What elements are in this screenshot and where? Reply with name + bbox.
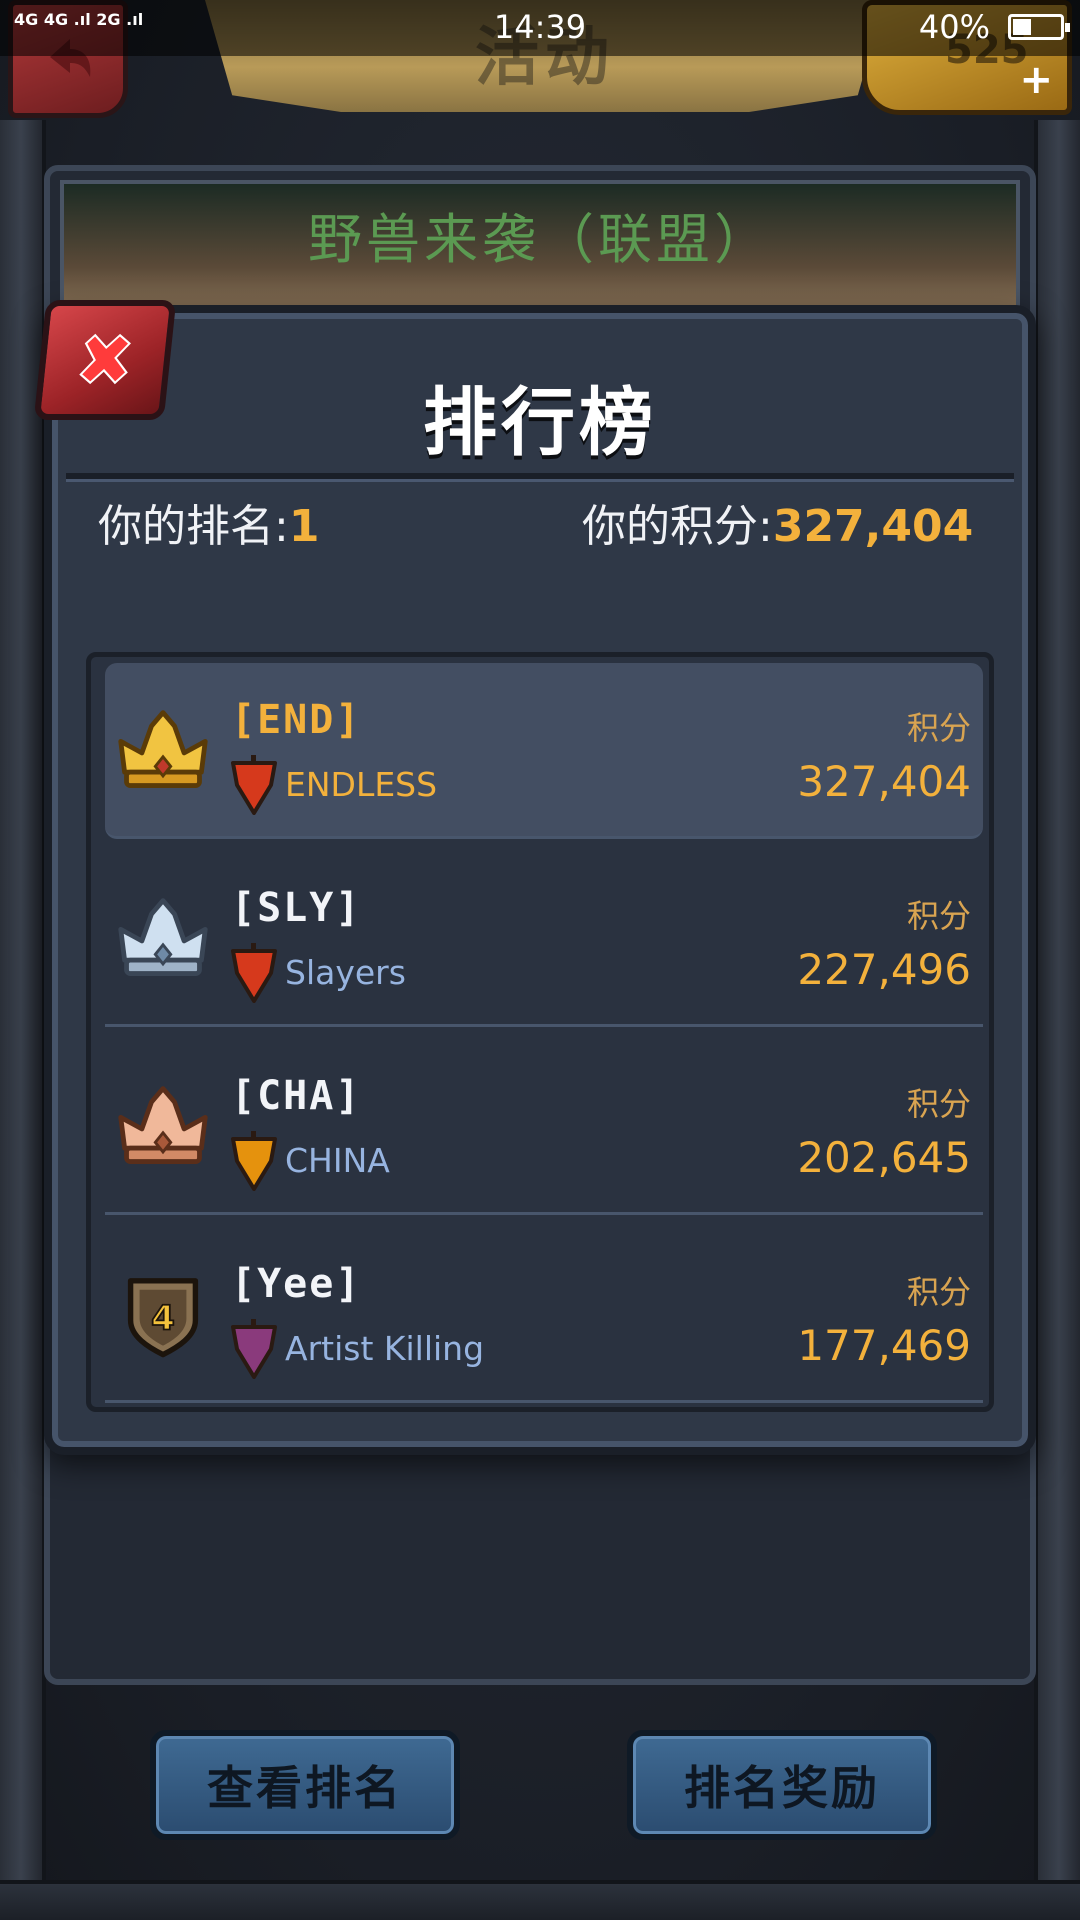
rock-border-right xyxy=(1034,120,1080,1920)
battery-level xyxy=(1013,19,1031,35)
alliance-flag-icon xyxy=(231,1319,277,1379)
leaderboard-row[interactable]: [CHA] CHINA 积分 202,645 xyxy=(105,1039,983,1215)
alliance-flag-icon xyxy=(231,755,277,815)
row-score-label: 积分 xyxy=(906,1273,971,1311)
rank-shield-icon: 4 xyxy=(113,1265,213,1365)
close-icon xyxy=(79,333,131,385)
bronze-crown-icon xyxy=(113,1077,213,1177)
event-title: 野兽来袭（联盟） xyxy=(308,208,772,271)
silver-crown-icon xyxy=(113,889,213,989)
row-tag: [Yee] xyxy=(231,1261,362,1307)
rank-number: 4 xyxy=(151,1298,175,1338)
alliance-flag-icon xyxy=(231,943,277,1003)
my-rank-label: 你的排名: xyxy=(98,501,289,552)
my-score: 你的积分:327,404 xyxy=(582,490,973,554)
row-score-label: 积分 xyxy=(906,1085,971,1123)
leaderboard-row[interactable]: [SLY] Slayers 积分 227,496 xyxy=(105,851,983,1027)
row-name: Artist Killing xyxy=(285,1329,485,1368)
battery-percent: 40% xyxy=(918,8,990,46)
battery-icon xyxy=(1008,14,1070,40)
rock-border-bottom xyxy=(0,1880,1080,1920)
row-score-label: 积分 xyxy=(906,897,971,935)
row-name: Slayers xyxy=(285,953,406,992)
row-score-label: 积分 xyxy=(906,709,971,747)
my-rank-value: 1 xyxy=(288,501,320,552)
leaderboard-list[interactable]: [END] ENDLESS 积分 327,404 [SLY] Slayers 积… xyxy=(86,652,994,1412)
modal-divider xyxy=(66,473,1014,479)
leaderboard-row[interactable]: 4 [Yee] Artist Killing 积分 177,469 xyxy=(105,1227,983,1403)
ranking-rewards-button[interactable]: 排名奖励 xyxy=(627,1730,937,1840)
gold-crown-icon xyxy=(113,701,213,801)
my-score-value: 327,404 xyxy=(772,501,974,552)
row-name: CHINA xyxy=(285,1141,390,1180)
row-score: 177,469 xyxy=(797,1321,971,1370)
row-score: 227,496 xyxy=(797,945,971,994)
row-tag: [END] xyxy=(231,697,362,743)
row-tag: [SLY] xyxy=(231,885,362,931)
alliance-flag-icon xyxy=(231,1131,277,1191)
status-bar: 4G 4G .ıl 2G .ıl 14:39 40% xyxy=(0,0,1080,56)
row-tag: [CHA] xyxy=(231,1073,362,1119)
add-currency-icon[interactable]: + xyxy=(1019,57,1053,103)
row-score: 202,645 xyxy=(797,1133,971,1182)
modal-title: 排行榜 xyxy=(423,380,657,466)
view-ranking-button[interactable]: 查看排名 xyxy=(150,1730,460,1840)
my-score-label: 你的积分: xyxy=(582,501,773,552)
my-rank: 你的排名:1 xyxy=(98,490,319,554)
row-name: ENDLESS xyxy=(285,765,438,804)
row-score: 327,404 xyxy=(797,757,971,806)
close-button[interactable] xyxy=(33,300,177,420)
leaderboard-row[interactable]: [END] ENDLESS 积分 327,404 xyxy=(105,663,983,839)
